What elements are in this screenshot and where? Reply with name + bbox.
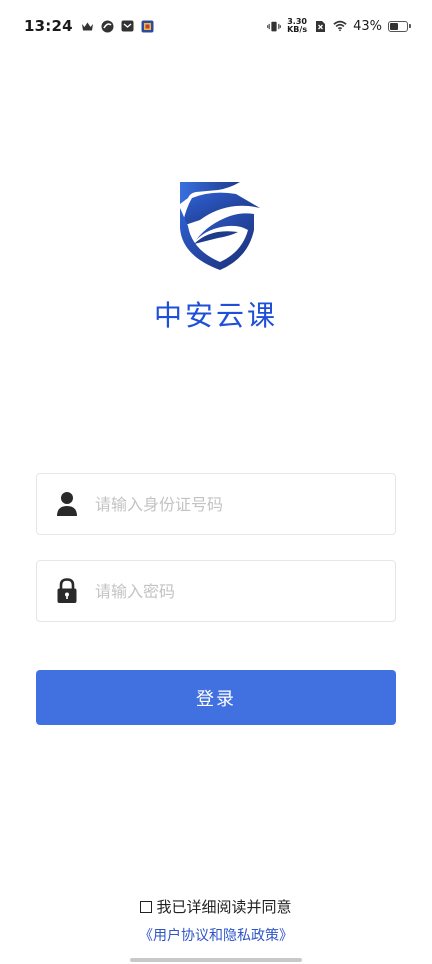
- agreement-text: 我已详细阅读并同意: [156, 898, 292, 916]
- password-field[interactable]: [36, 560, 396, 622]
- agreement-row: 我已详细阅读并同意: [0, 896, 432, 917]
- app-icon: [141, 19, 155, 33]
- vibrate-icon: [267, 19, 281, 33]
- app-logo-icon: [180, 182, 260, 270]
- home-indicator[interactable]: [130, 958, 302, 962]
- status-left: 13:24: [24, 17, 155, 35]
- battery-fill: [390, 22, 398, 30]
- status-time: 13:24: [24, 17, 73, 35]
- status-bar: 13:24 3.30 KB/s 43%: [0, 0, 432, 52]
- login-screen: 13:24 3.30 KB/s 43% 中安云课 请输入身份证号码 登录 我已详…: [0, 0, 432, 964]
- agreement-checkbox[interactable]: [140, 900, 153, 913]
- status-right: 3.30 KB/s 43%: [267, 18, 411, 34]
- net-speed: 3.30 KB/s: [287, 18, 307, 34]
- password-input[interactable]: [93, 580, 367, 602]
- id-number-input[interactable]: [93, 493, 367, 515]
- swirl-app-icon: [101, 19, 115, 33]
- no-sim-icon: [313, 19, 327, 33]
- wifi-icon: [333, 19, 347, 33]
- lock-icon: [55, 578, 79, 604]
- id-number-field[interactable]: [36, 473, 396, 535]
- mail-icon: [121, 19, 135, 33]
- battery-icon: [388, 20, 411, 32]
- battery-percent: 43%: [353, 18, 382, 34]
- privacy-policy-link[interactable]: 《用户协议和隐私政策》: [0, 925, 432, 945]
- net-speed-unit: KB/s: [287, 25, 308, 34]
- login-button[interactable]: 登录: [36, 670, 396, 725]
- user-icon: [55, 491, 79, 517]
- crown-icon: [81, 19, 95, 33]
- app-name: 中安云课: [153, 299, 278, 332]
